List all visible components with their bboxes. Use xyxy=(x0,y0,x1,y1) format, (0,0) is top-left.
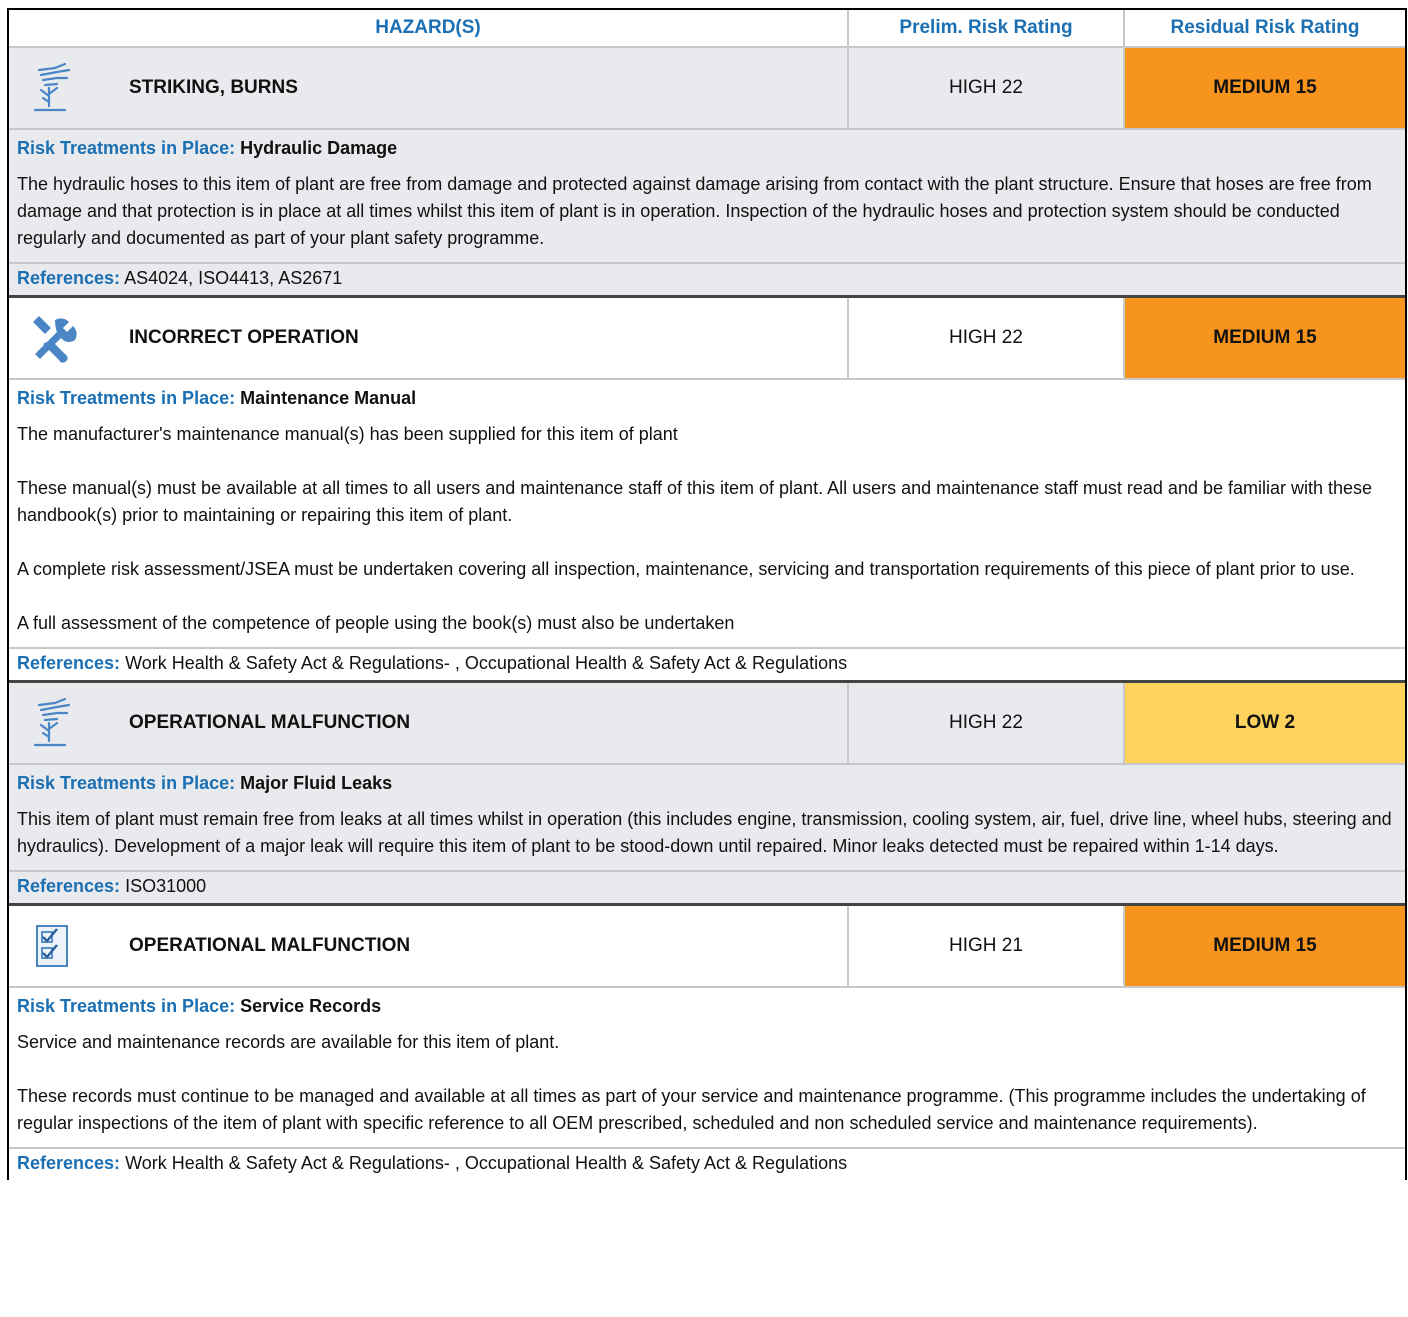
treatments-label: Risk Treatments in Place: xyxy=(17,138,236,158)
treatment-body: The manufacturer's maintenance manual(s)… xyxy=(9,415,1405,647)
treatments-label: Risk Treatments in Place: xyxy=(17,996,236,1016)
header-prelim: Prelim. Risk Rating xyxy=(849,10,1125,46)
treatment-section: Risk Treatments in Place: Major Fluid Le… xyxy=(9,765,1405,870)
prelim-rating: HIGH 22 xyxy=(849,298,1125,378)
treatment-section: Risk Treatments in Place: Maintenance Ma… xyxy=(9,380,1405,647)
treatment-body: Service and maintenance records are avai… xyxy=(9,1023,1405,1147)
treatment-paragraph: These records must continue to be manage… xyxy=(17,1086,1366,1133)
hazard-name-cell: STRIKING, BURNS xyxy=(9,48,849,128)
treatment-name: Major Fluid Leaks xyxy=(240,773,393,793)
checklist-icon xyxy=(17,910,89,982)
hazard-row: INCORRECT OPERATION HIGH 22 MEDIUM 15 xyxy=(9,298,1405,380)
treatment-paragraph: The hydraulic hoses to this item of plan… xyxy=(17,174,1372,248)
hazard-name-cell: OPERATIONAL MALFUNCTION xyxy=(9,683,849,763)
prelim-rating: HIGH 22 xyxy=(849,48,1125,128)
hazard-block: OPERATIONAL MALFUNCTION HIGH 21 MEDIUM 1… xyxy=(9,906,1405,1180)
references-value: AS4024, ISO4413, AS2671 xyxy=(124,268,343,288)
hazard-block: OPERATIONAL MALFUNCTION HIGH 22 LOW 2 Ri… xyxy=(9,683,1405,906)
treatments-label: Risk Treatments in Place: xyxy=(17,773,236,793)
treatment-paragraph: A full assessment of the competence of p… xyxy=(17,613,735,633)
references-label: References: xyxy=(17,876,121,896)
references-value: ISO31000 xyxy=(125,876,207,896)
header-hazards: HAZARD(S) xyxy=(9,10,849,46)
hazard-row: STRIKING, BURNS HIGH 22 MEDIUM 15 xyxy=(9,48,1405,130)
treatment-paragraph: These manual(s) must be available at all… xyxy=(17,478,1373,525)
hazard-name-cell: OPERATIONAL MALFUNCTION xyxy=(9,906,849,986)
treatment-name: Service Records xyxy=(240,996,382,1016)
prelim-rating: HIGH 22 xyxy=(849,683,1125,763)
hazard-row: OPERATIONAL MALFUNCTION HIGH 21 MEDIUM 1… xyxy=(9,906,1405,988)
residual-rating: MEDIUM 15 xyxy=(1125,298,1405,378)
treatment-body: This item of plant must remain free from… xyxy=(9,800,1405,870)
hazard-name: OPERATIONAL MALFUNCTION xyxy=(129,935,411,956)
references-row: References: Work Health & Safety Act & R… xyxy=(9,1147,1405,1180)
header-residual: Residual Risk Rating xyxy=(1170,17,1360,38)
residual-rating: MEDIUM 15 xyxy=(1125,48,1405,128)
hazard-plant-icon xyxy=(17,52,89,124)
treatment-section: Risk Treatments in Place: Hydraulic Dama… xyxy=(9,130,1405,262)
treatment-title: Risk Treatments in Place: Service Record… xyxy=(9,988,1405,1023)
prelim-rating: HIGH 21 xyxy=(849,906,1125,986)
hazard-row: OPERATIONAL MALFUNCTION HIGH 22 LOW 2 xyxy=(9,683,1405,765)
references-row: References: ISO31000 xyxy=(9,870,1405,903)
hazard-name: INCORRECT OPERATION xyxy=(129,327,359,348)
hazard-name-cell: INCORRECT OPERATION xyxy=(9,298,849,378)
references-row: References: AS4024, ISO4413, AS2671 xyxy=(9,262,1405,295)
references-value: Work Health & Safety Act & Regulations- … xyxy=(125,1153,848,1173)
hazard-name: STRIKING, BURNS xyxy=(129,77,298,98)
tools-icon xyxy=(17,302,89,374)
references-value: Work Health & Safety Act & Regulations- … xyxy=(125,653,848,673)
treatments-label: Risk Treatments in Place: xyxy=(17,388,236,408)
references-label: References: xyxy=(17,1153,121,1173)
treatment-paragraph: This item of plant must remain free from… xyxy=(17,809,1392,856)
treatment-title: Risk Treatments in Place: Major Fluid Le… xyxy=(9,765,1405,800)
hazard-block: INCORRECT OPERATION HIGH 22 MEDIUM 15 Ri… xyxy=(9,298,1405,683)
references-row: References: Work Health & Safety Act & R… xyxy=(9,647,1405,680)
treatment-section: Risk Treatments in Place: Service Record… xyxy=(9,988,1405,1147)
references-label: References: xyxy=(17,268,121,288)
hazard-plant-icon xyxy=(17,687,89,759)
treatment-title: Risk Treatments in Place: Maintenance Ma… xyxy=(9,380,1405,415)
treatment-title: Risk Treatments in Place: Hydraulic Dama… xyxy=(9,130,1405,165)
treatment-name: Maintenance Manual xyxy=(240,388,417,408)
references-label: References: xyxy=(17,653,121,673)
hazard-name: OPERATIONAL MALFUNCTION xyxy=(129,712,411,733)
treatment-body: The hydraulic hoses to this item of plan… xyxy=(9,165,1405,262)
treatment-paragraph: A complete risk assessment/JSEA must be … xyxy=(17,559,1355,579)
treatment-paragraph: The manufacturer's maintenance manual(s)… xyxy=(17,424,678,444)
table-header: HAZARD(S) Prelim. Risk Rating Residual R… xyxy=(9,10,1405,48)
residual-rating: LOW 2 xyxy=(1125,683,1405,763)
treatment-paragraph: Service and maintenance records are avai… xyxy=(17,1032,560,1052)
risk-table: HAZARD(S) Prelim. Risk Rating Residual R… xyxy=(7,8,1407,1180)
residual-rating: MEDIUM 15 xyxy=(1125,906,1405,986)
hazard-block: STRIKING, BURNS HIGH 22 MEDIUM 15 Risk T… xyxy=(9,48,1405,298)
treatment-name: Hydraulic Damage xyxy=(240,138,398,158)
